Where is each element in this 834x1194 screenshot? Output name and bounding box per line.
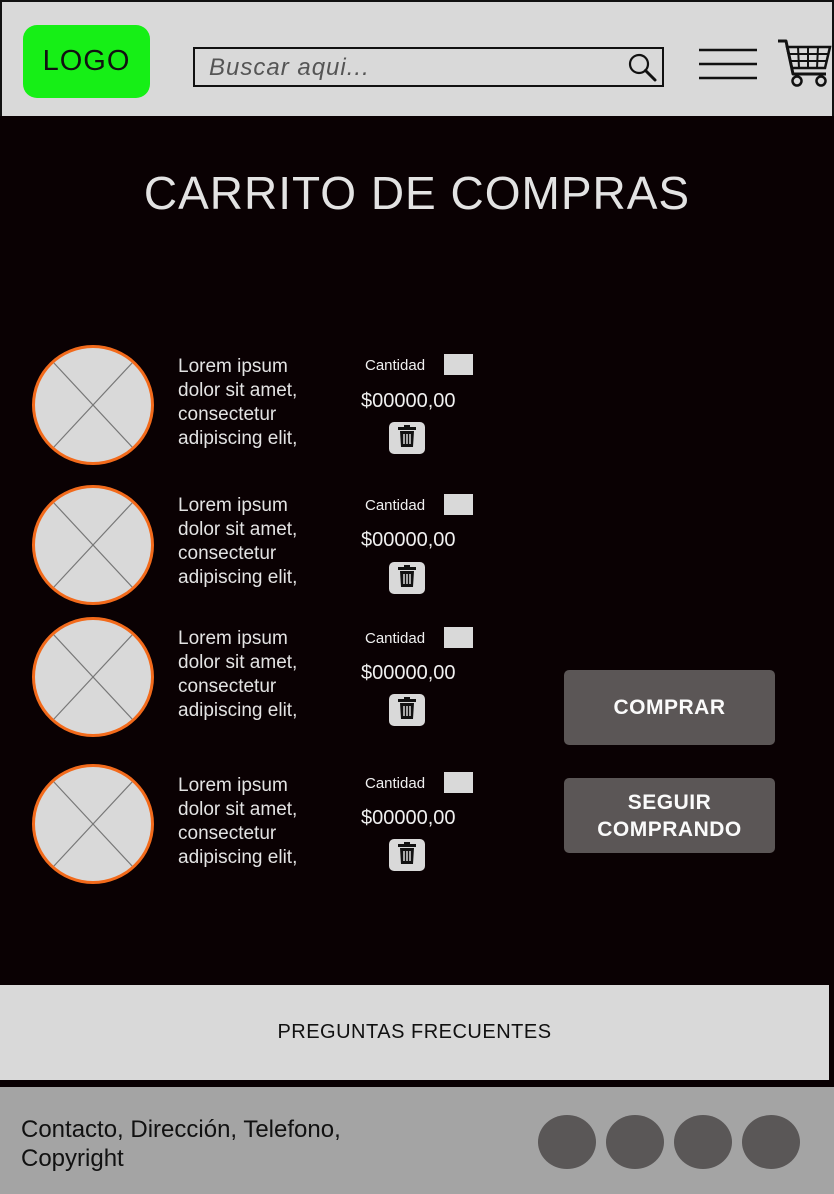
delete-button[interactable]	[389, 562, 425, 594]
product-description: Lorem ipsum dolor sit amet, consectetur …	[178, 495, 298, 588]
continue-shopping-button[interactable]: SEGUIR COMPRANDO	[564, 778, 775, 853]
product-description: Lorem ipsum dolor sit amet, consectetur …	[178, 356, 298, 449]
trash-icon	[398, 424, 416, 452]
product-image-placeholder[interactable]	[32, 485, 154, 605]
product-image-placeholder[interactable]	[32, 617, 154, 737]
trash-icon	[398, 841, 416, 869]
cart-item: Lorem ipsum dolor sit amet, consectetur …	[0, 764, 560, 889]
search-icon[interactable]	[626, 51, 658, 88]
trash-icon	[398, 564, 416, 592]
product-price: $00000,00	[361, 807, 456, 829]
quantity-label: Cantidad	[365, 357, 426, 374]
cart-item: Lorem ipsum dolor sit amet, consectetur …	[0, 617, 560, 742]
product-description: Lorem ipsum dolor sit amet, consectetur …	[178, 775, 298, 868]
delete-button[interactable]	[389, 422, 425, 454]
trash-icon	[398, 696, 416, 724]
product-image-placeholder[interactable]	[32, 345, 154, 465]
buy-button[interactable]: COMPRAR	[564, 670, 775, 745]
cart-item: Lorem ipsum dolor sit amet, consectetur …	[0, 345, 560, 470]
product-price: $00000,00	[361, 662, 456, 684]
quantity-label: Cantidad	[365, 775, 426, 792]
cart-item: Lorem ipsum dolor sit amet, consectetur …	[0, 485, 560, 610]
header: LOGO Buscar aqui...	[0, 0, 834, 116]
delete-button[interactable]	[389, 694, 425, 726]
quantity-field[interactable]	[444, 627, 473, 648]
quantity-field[interactable]	[444, 494, 473, 515]
social-icon[interactable]	[538, 1115, 596, 1169]
logo[interactable]: LOGO	[23, 25, 150, 98]
social-icon[interactable]	[674, 1115, 732, 1169]
menu-icon[interactable]	[699, 47, 757, 86]
quantity-label: Cantidad	[365, 497, 426, 514]
delete-button[interactable]	[389, 839, 425, 871]
social-icon[interactable]	[606, 1115, 664, 1169]
quantity-label: Cantidad	[365, 630, 426, 647]
quantity-field[interactable]	[444, 354, 473, 375]
buy-button-label: COMPRAR	[613, 696, 726, 719]
faq-label: PREGUNTAS FRECUENTES	[277, 1021, 552, 1043]
footer: Contacto, Dirección, Telefono, Copyright	[0, 1087, 834, 1194]
quantity-field[interactable]	[444, 772, 473, 793]
search-placeholder: Buscar aqui...	[209, 54, 370, 81]
product-price: $00000,00	[361, 529, 456, 551]
faq-link[interactable]: PREGUNTAS FRECUENTES	[0, 985, 829, 1080]
footer-info: Contacto, Dirección, Telefono, Copyright	[21, 1116, 341, 1172]
page-title: CARRITO DE COMPRAS	[143, 167, 691, 219]
product-image-placeholder[interactable]	[32, 764, 154, 884]
product-description: Lorem ipsum dolor sit amet, consectetur …	[178, 628, 298, 721]
cart-icon[interactable]	[776, 38, 832, 93]
search-input[interactable]: Buscar aqui...	[193, 47, 664, 87]
social-icon[interactable]	[742, 1115, 800, 1169]
continue-shopping-label-line2: COMPRANDO	[597, 817, 742, 841]
product-price: $00000,00	[361, 390, 456, 412]
continue-shopping-label-line1: SEGUIR	[627, 790, 712, 814]
